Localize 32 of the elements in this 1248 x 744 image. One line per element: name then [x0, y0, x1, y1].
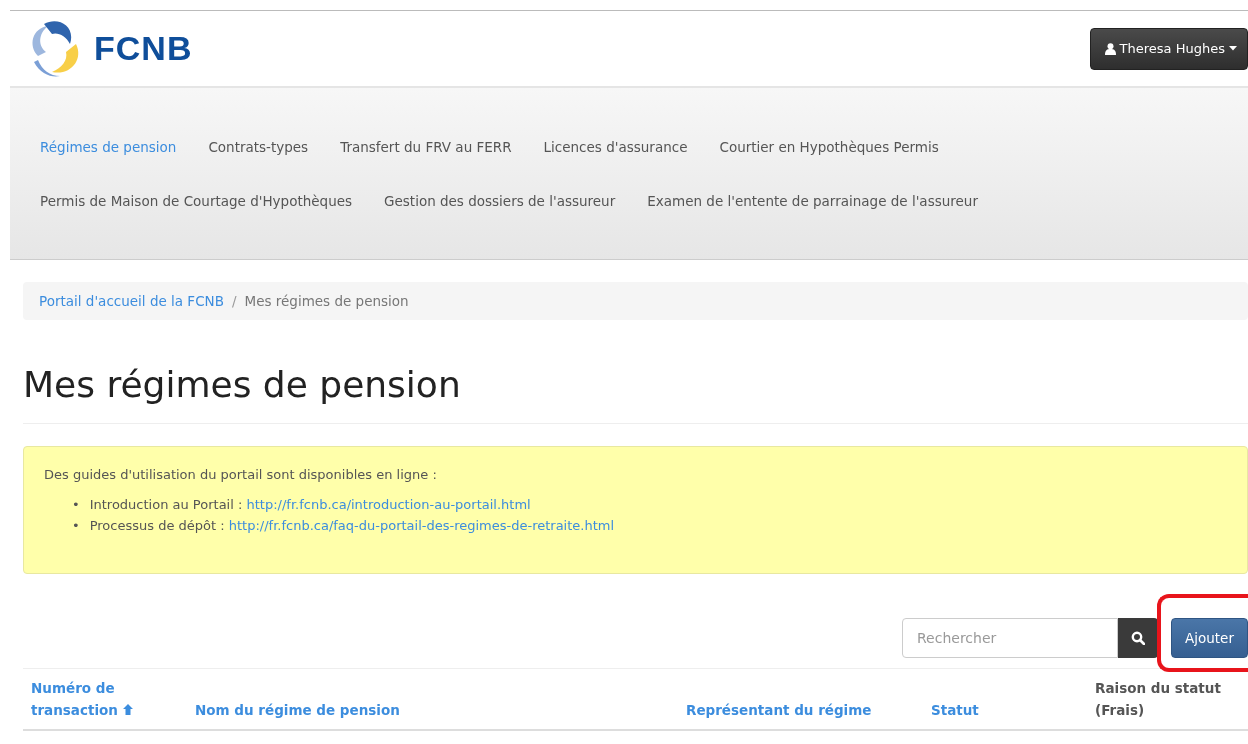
nav-link[interactable]: Contrats-types: [192, 135, 325, 158]
nav-link[interactable]: Licences d'assurance: [527, 135, 704, 158]
column-header[interactable]: Représentant du régime: [686, 699, 872, 721]
nav-link[interactable]: Gestion des dossiers de l'assureur: [368, 189, 632, 212]
add-button[interactable]: Ajouter: [1171, 618, 1248, 658]
search-icon: [1131, 631, 1145, 645]
nav-link[interactable]: Permis de Maison de Courtage d'Hypothèques: [24, 189, 369, 212]
column-header[interactable]: Nom du régime de pension: [195, 699, 400, 721]
logo-text: FCNB: [94, 29, 193, 68]
column-header[interactable]: Numéro de transaction: [31, 677, 141, 721]
caret-icon: [1229, 46, 1237, 51]
column-header: Raison du statut (Frais): [1095, 679, 1222, 720]
guide-label: Introduction au Portail :: [89, 497, 243, 512]
column-header[interactable]: Statut: [931, 699, 979, 721]
nav-link[interactable]: Courtier en Hypothèques Permis: [703, 135, 955, 158]
breadcrumb-current: Mes régimes de pension: [244, 293, 409, 309]
guide-link[interactable]: http://fr.fcnb.ca/faq-du-portail-des-regimes-de-retraite.html: [228, 518, 615, 533]
guide-link[interactable]: http://fr.fcnb.ca/introduction-au-portail.html: [246, 497, 531, 512]
nav-link[interactable]: Transfert du FRV au FERR: [324, 135, 528, 158]
search-button[interactable]: [1118, 618, 1158, 658]
breadcrumb-link[interactable]: Portail d'accueil de la FCNB: [39, 293, 224, 309]
nav-link[interactable]: Examen de l'entente de parrainage de l'assureur: [631, 189, 994, 212]
notice-text: Des guides d'utilisation du portail sont disponibles en ligne :: [44, 467, 438, 482]
page-title: Mes régimes de pension: [23, 364, 1248, 424]
bullet: •: [72, 517, 80, 535]
user-menu-button[interactable]: Theresa Hughes: [1089, 27, 1248, 70]
breadcrumb-separator: /: [231, 293, 237, 309]
nav-link[interactable]: Régimes de pension: [24, 135, 193, 158]
search-field[interactable]: Rechercher: [902, 618, 1118, 658]
user-icon: [1104, 42, 1116, 55]
guide-label: Processus de dépôt :: [89, 518, 225, 533]
bullet: •: [72, 496, 80, 514]
